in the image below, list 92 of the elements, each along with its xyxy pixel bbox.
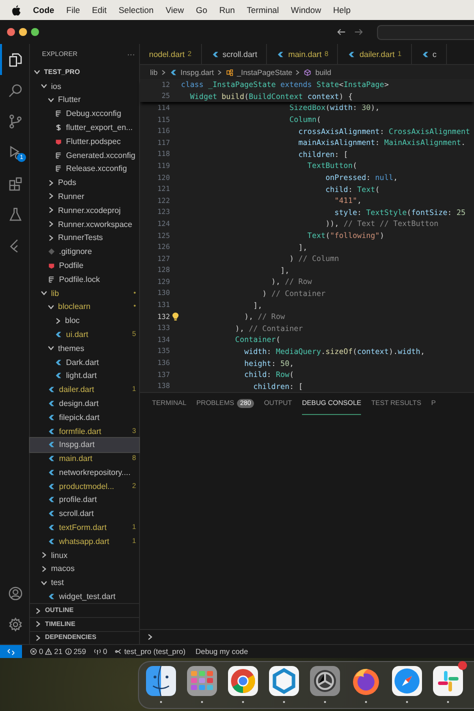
tree-item[interactable]: themes: [30, 341, 139, 356]
blocks-icon: [8, 176, 23, 191]
tree-item[interactable]: Runner.xcodeproj: [30, 203, 139, 218]
branch-icon: [8, 114, 23, 129]
apple-icon[interactable]: [12, 4, 21, 16]
tree-item[interactable]: Release.xcconfig: [30, 162, 139, 176]
lines-file-icon: [55, 110, 62, 118]
chevron-right-icon: [216, 68, 222, 76]
tree-item[interactable]: macos: [30, 562, 139, 576]
chevron-right-icon: [54, 316, 62, 325]
lightbulb-icon[interactable]: [172, 312, 179, 322]
debug-target-icon: [115, 648, 122, 655]
tree-item[interactable]: widget_test.dart: [30, 590, 139, 604]
warning-icon: [45, 648, 52, 655]
antenna-icon: [94, 648, 102, 655]
tree-item[interactable]: Debug.xcconfig: [30, 106, 139, 121]
file-icon: [48, 593, 55, 600]
menu-item[interactable]: View: [166, 5, 184, 15]
more-actions-button[interactable]: ···: [127, 50, 135, 59]
dollar-icon: [55, 124, 62, 131]
compass-icon[interactable]: [391, 664, 423, 696]
prompt-chevron-icon: [147, 633, 153, 641]
tree-item[interactable]: Pods: [30, 176, 139, 190]
menu-item[interactable]: Help: [333, 5, 351, 15]
gem-icon: [55, 138, 62, 145]
remote-button[interactable]: [0, 645, 22, 658]
class-symbol-icon: [226, 68, 233, 76]
chevron-down-icon: [40, 578, 48, 587]
tree-item[interactable]: Dark.dart: [30, 355, 139, 369]
menu-item[interactable]: Go: [196, 5, 208, 15]
settings-icon: [8, 617, 23, 632]
menu-item[interactable]: File: [66, 5, 80, 15]
back-arrow-icon[interactable]: [337, 28, 346, 36]
lines-file-icon: [55, 152, 62, 159]
tree-item[interactable]: profile.dart: [30, 493, 139, 507]
tree-item[interactable]: .gitignore: [30, 244, 139, 259]
menu-item[interactable]: Run: [219, 5, 235, 15]
tree-item[interactable]: Generated.xcconfig: [30, 148, 139, 162]
lines-file-icon: [55, 165, 62, 172]
chevron-down-icon: [47, 344, 55, 352]
lines-file-icon: [48, 276, 55, 283]
diamond-icon: [48, 248, 55, 256]
tree-item[interactable]: Inspg.dart: [30, 438, 139, 452]
cube-symbol-icon: [304, 68, 312, 76]
menu-item[interactable]: Window: [290, 5, 322, 15]
tree-item[interactable]: filepick.dart: [30, 410, 139, 424]
editor-tab[interactable]: c: [412, 44, 446, 64]
forward-arrow-icon[interactable]: [354, 28, 363, 36]
tree-item[interactable]: Runner: [30, 190, 139, 204]
tree-item[interactable]: light.dart: [30, 368, 139, 383]
zoom-button[interactable]: [31, 28, 39, 36]
menu-item[interactable]: Selection: [118, 5, 154, 15]
tree-item[interactable]: test: [30, 576, 139, 590]
tree-item[interactable]: ios: [30, 79, 139, 93]
tree-item[interactable]: flutter_export_en...: [30, 120, 139, 134]
error-icon: [30, 648, 37, 655]
flask-icon: [8, 207, 23, 222]
chevron-right-icon: [160, 68, 166, 76]
file-icon: [422, 50, 428, 58]
tree-item[interactable]: linux: [30, 548, 139, 562]
search-field[interactable]: [377, 24, 474, 40]
tree-item[interactable]: Podfile.lock: [30, 272, 139, 286]
tree-item[interactable]: design.dart: [30, 396, 139, 410]
file-icon: [277, 50, 284, 58]
tree-item[interactable]: Flutter: [30, 92, 139, 107]
hash-logo-icon[interactable]: [432, 664, 464, 696]
close-button[interactable]: [7, 28, 15, 36]
file-icon: [348, 50, 356, 58]
app-menu[interactable]: Code: [33, 5, 54, 15]
file-icon: [55, 330, 62, 338]
account-icon: [8, 586, 23, 601]
editor-tab[interactable]: scroll.dart: [202, 44, 268, 64]
file-icon: [170, 68, 177, 76]
tree-item[interactable]: Flutter.podspec: [30, 134, 139, 148]
tree-item[interactable]: bloc: [30, 314, 139, 328]
menu-item[interactable]: Terminal: [246, 5, 279, 15]
info-icon: [64, 648, 72, 655]
tree-item[interactable]: RunnerTests: [30, 230, 139, 245]
tree-item[interactable]: networkrepository....: [30, 466, 139, 480]
tree-item[interactable]: Runner.xcworkspace: [30, 217, 139, 231]
smiling-face-icon[interactable]: [145, 664, 177, 696]
app-grid-icon[interactable]: [186, 664, 218, 696]
tree-item[interactable]: scroll.dart: [30, 506, 139, 521]
file-icon: [212, 50, 218, 58]
remote-icon: [7, 648, 15, 656]
minimize-button[interactable]: [19, 28, 27, 36]
gem-icon: [48, 262, 55, 269]
files-icon: [8, 52, 23, 67]
menu-item[interactable]: Edit: [92, 5, 107, 15]
search-icon: [8, 83, 23, 98]
tree-item[interactable]: Podfile: [30, 258, 139, 272]
chevron-right-icon: [295, 68, 300, 76]
